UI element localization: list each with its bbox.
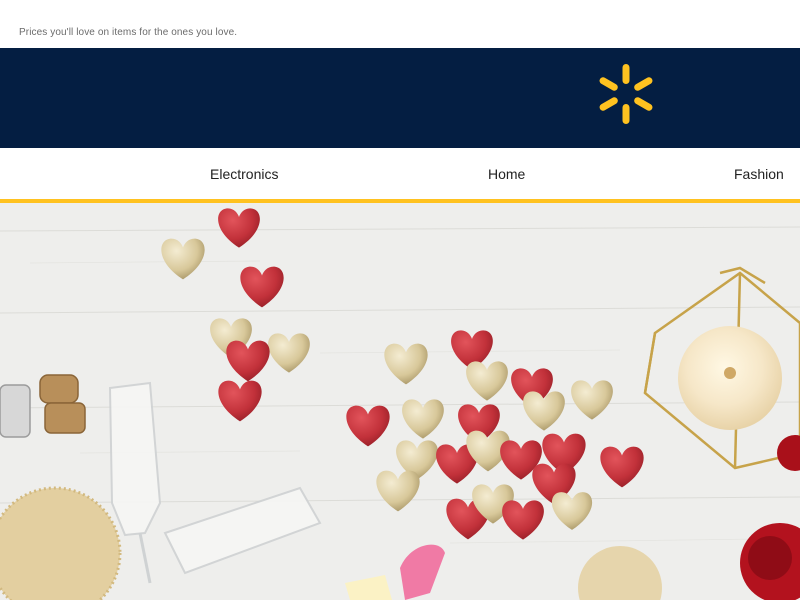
brand-header — [0, 48, 800, 148]
preheader-text: Prices you'll love on items for the ones… — [19, 27, 238, 38]
category-nav: Electronics Home Fashion — [0, 148, 800, 203]
hero-illustration — [0, 203, 800, 600]
hero-banner-image[interactable] — [0, 203, 800, 600]
nav-link-fashion[interactable]: Fashion — [734, 166, 784, 182]
spark-icon[interactable] — [595, 62, 657, 126]
nav-link-home[interactable]: Home — [488, 166, 525, 182]
nav-link-electronics[interactable]: Electronics — [210, 166, 278, 182]
preheader: Prices you'll love on items for the ones… — [0, 0, 800, 48]
